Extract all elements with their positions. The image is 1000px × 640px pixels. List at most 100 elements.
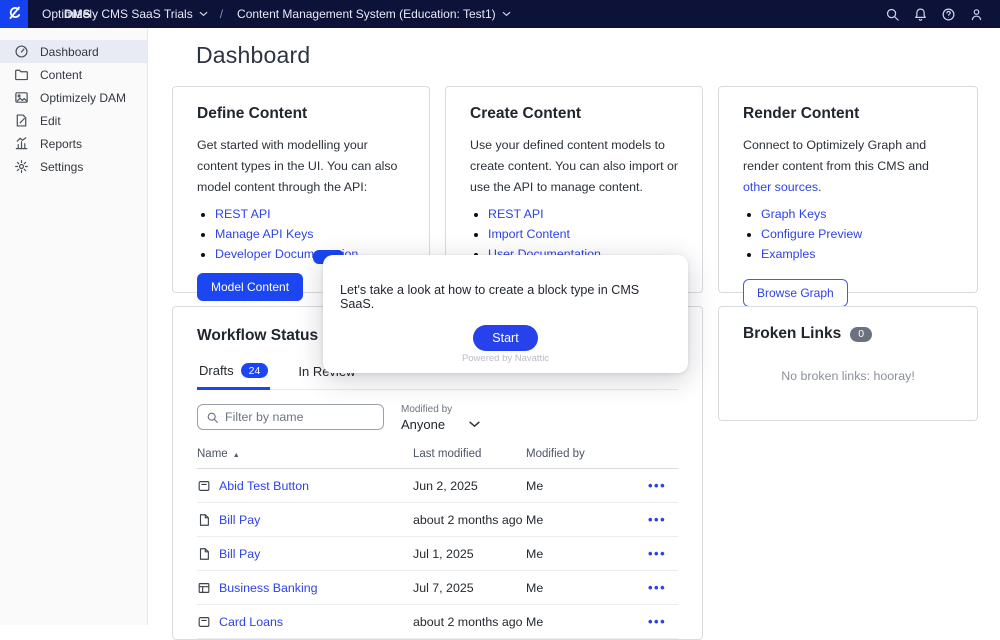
row-actions-menu[interactable]: ••• xyxy=(648,478,666,493)
link-configure-preview[interactable]: Configure Preview xyxy=(761,227,862,241)
gear-icon xyxy=(14,159,29,174)
card-description: Use your defined content models to creat… xyxy=(470,135,678,198)
model-content-button[interactable]: Model Content xyxy=(197,273,303,301)
workflow-table: Name▲ Last modified Modified by Abid Tes… xyxy=(197,444,678,639)
card-description: Connect to Optimizely Graph and render c… xyxy=(743,135,953,198)
card-description: Get started with modelling your content … xyxy=(197,135,405,198)
chevron-down-icon xyxy=(502,11,511,17)
project-switcher[interactable]: Content Management System (Education: Te… xyxy=(237,7,511,21)
column-header-name[interactable]: Name▲ xyxy=(197,444,413,469)
sidebar-item-edit[interactable]: Edit xyxy=(0,109,147,132)
optimizely-logo-icon xyxy=(5,5,23,23)
search-icon[interactable] xyxy=(885,7,900,22)
page-icon xyxy=(197,547,211,561)
card-title: Render Content xyxy=(743,105,953,123)
sort-ascending-icon: ▲ xyxy=(233,452,240,459)
search-icon xyxy=(206,411,219,424)
folder-icon xyxy=(14,67,29,82)
broken-links-count-badge: 0 xyxy=(850,327,872,342)
browse-graph-button[interactable]: Browse Graph xyxy=(743,279,848,307)
tab-drafts[interactable]: Drafts 24 xyxy=(197,359,270,390)
broken-links-card: Broken Links 0 No broken links: hooray! xyxy=(718,306,978,421)
workflow-filters: Modified by Anyone xyxy=(197,404,678,432)
broken-links-empty-message: No broken links: hooray! xyxy=(743,369,953,383)
table-header-row: Name▲ Last modified Modified by xyxy=(197,444,678,469)
last-modified-value: about 2 months ago xyxy=(413,605,526,639)
link-examples[interactable]: Examples xyxy=(761,247,815,261)
table-row: Bill Pay Jul 1, 2025 Me ••• xyxy=(197,537,678,571)
sidebar-item-optimizely-dam[interactable]: Optimizely DAM xyxy=(0,86,147,109)
sidebar-item-label: Edit xyxy=(40,114,61,128)
card-title: Broken Links xyxy=(743,325,841,343)
link-manage-api-keys[interactable]: Manage API Keys xyxy=(215,227,314,241)
layout-icon xyxy=(197,581,211,595)
tab-label: Drafts xyxy=(199,363,234,378)
page-icon xyxy=(197,513,211,527)
link-rest-api[interactable]: REST API xyxy=(488,207,544,221)
optimizely-logo[interactable] xyxy=(0,0,28,28)
content-item-link[interactable]: Business Banking xyxy=(219,581,318,595)
last-modified-value: Jul 7, 2025 xyxy=(413,571,526,605)
modified-by-value: Me xyxy=(526,469,648,503)
gauge-icon xyxy=(14,44,29,59)
link-import-content[interactable]: Import Content xyxy=(488,227,570,241)
link-list: Graph Keys Configure Preview Examples xyxy=(761,206,953,263)
filter-by-name-field[interactable] xyxy=(197,404,384,430)
modified-by-value: Anyone xyxy=(401,417,445,432)
block-icon xyxy=(197,615,211,629)
modified-by-dropdown[interactable]: Modified by Anyone xyxy=(401,404,480,432)
content-item-link[interactable]: Bill Pay xyxy=(219,513,260,527)
row-actions-menu[interactable]: ••• xyxy=(648,546,666,561)
link-graph-keys[interactable]: Graph Keys xyxy=(761,207,826,221)
row-actions-menu[interactable]: ••• xyxy=(648,580,666,595)
workspace-switcher[interactable]: Optimizely CMS SaaS Trials DMS xyxy=(42,7,208,21)
sidebar-item-label: Content xyxy=(40,68,82,82)
breadcrumb-separator: / xyxy=(220,7,223,21)
sidebar: Dashboard Content Optimizely DAM Edit Re… xyxy=(0,28,148,625)
column-header-actions xyxy=(648,444,678,469)
sidebar-item-dashboard[interactable]: Dashboard xyxy=(0,40,147,63)
modified-by-value: Me xyxy=(526,537,648,571)
block-icon xyxy=(197,479,211,493)
modified-by-value: Me xyxy=(526,571,648,605)
modified-by-value: Me xyxy=(526,605,648,639)
row-actions-menu[interactable]: ••• xyxy=(648,512,666,527)
tour-message: Let's take a look at how to create a blo… xyxy=(323,255,688,311)
link-rest-api[interactable]: REST API xyxy=(215,207,271,221)
sidebar-item-label: Optimizely DAM xyxy=(40,91,126,105)
user-icon[interactable] xyxy=(969,7,984,22)
help-icon[interactable] xyxy=(941,7,956,22)
topbar-actions xyxy=(885,7,1000,22)
sidebar-item-settings[interactable]: Settings xyxy=(0,155,147,178)
chevron-down-icon xyxy=(199,11,208,17)
description-text: Connect to Optimizely Graph and render c… xyxy=(743,138,929,173)
column-header-last-modified[interactable]: Last modified xyxy=(413,444,526,469)
sidebar-item-label: Reports xyxy=(40,137,82,151)
card-title: Create Content xyxy=(470,105,678,123)
bell-icon[interactable] xyxy=(913,7,928,22)
powered-by-navattic-label: Powered by Navattic xyxy=(323,353,688,364)
sidebar-item-label: Dashboard xyxy=(40,45,99,59)
navattic-tour-popover: Let's take a look at how to create a blo… xyxy=(323,255,688,373)
sidebar-item-content[interactable]: Content xyxy=(0,63,147,86)
table-row: Bill Pay about 2 months ago Me ••• xyxy=(197,503,678,537)
table-row: Abid Test Button Jun 2, 2025 Me ••• xyxy=(197,469,678,503)
filter-by-name-input[interactable] xyxy=(225,410,365,424)
sidebar-item-reports[interactable]: Reports xyxy=(0,132,147,155)
chevron-down-icon xyxy=(469,421,480,428)
top-bar: Optimizely CMS SaaS Trials DMS / Content… xyxy=(0,0,1000,28)
content-item-link[interactable]: Bill Pay xyxy=(219,547,260,561)
link-other-sources[interactable]: other sources xyxy=(743,180,818,194)
start-tour-button[interactable]: Start xyxy=(473,325,537,351)
image-icon xyxy=(14,90,29,105)
content-item-link[interactable]: Card Loans xyxy=(219,615,283,629)
modified-by-label: Modified by xyxy=(401,404,480,415)
page-title: Dashboard xyxy=(196,42,310,69)
content-item-link[interactable]: Abid Test Button xyxy=(219,479,309,493)
card-title: Define Content xyxy=(197,105,405,123)
last-modified-value: about 2 months ago xyxy=(413,503,526,537)
column-header-modified-by[interactable]: Modified by xyxy=(526,444,648,469)
sidebar-item-label: Settings xyxy=(40,160,83,174)
drafts-count-badge: 24 xyxy=(241,363,269,378)
row-actions-menu[interactable]: ••• xyxy=(648,614,666,629)
